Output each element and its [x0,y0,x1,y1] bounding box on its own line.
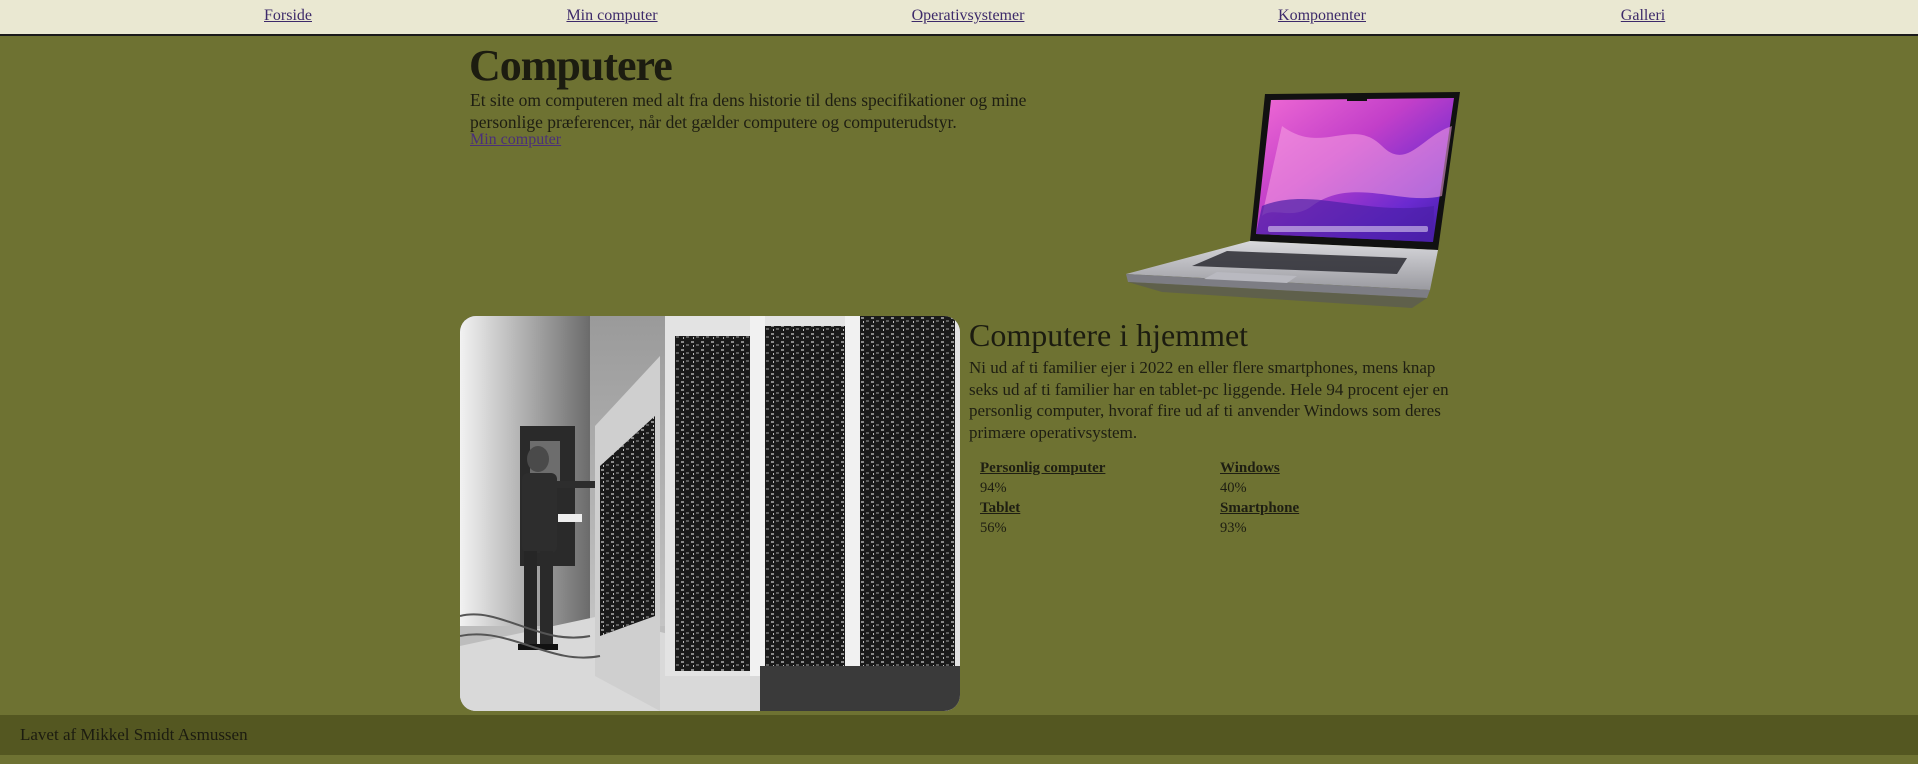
stat-windows: Windows 40% [1220,460,1280,497]
stat-tablet: Tablet 56% [980,500,1020,537]
stat-personlig-computer: Personlig computer 94% [980,460,1105,497]
hero-description: Et site om computeren med alt fra dens h… [470,90,1027,132]
section-description: Ni ud af ti familier ejer i 2022 en elle… [969,358,1449,442]
nav-link-forside[interactable]: Forside [264,7,312,25]
footer: Lavet af Mikkel Smidt Asmussen [0,715,1918,755]
laptop-image [1126,92,1460,308]
stat-label: Windows [1220,460,1280,476]
page-title: Computere [469,41,673,90]
stat-value: 93% [1220,520,1247,536]
stat-label: Smartphone [1220,500,1300,516]
stat-value: 56% [980,520,1007,536]
hero-link-min-computer[interactable]: Min computer [470,131,561,149]
vintage-computer-photo [460,316,960,711]
footer-credit: Lavet af Mikkel Smidt Asmussen [20,725,248,744]
stat-label: Personlig computer [980,460,1106,476]
nav-link-operativsystemer[interactable]: Operativsystemer [912,7,1025,25]
stat-smartphone: Smartphone 93% [1220,500,1299,537]
section-title-computere-i-hjemmet: Computere i hjemmet [969,317,1249,353]
top-navigation: Forside Min computer Operativsystemer Ko… [0,0,1918,36]
stat-value: 94% [980,480,1007,496]
nav-link-komponenter[interactable]: Komponenter [1278,7,1366,25]
nav-link-galleri[interactable]: Galleri [1621,7,1665,25]
stat-label: Tablet [980,500,1021,516]
stat-value: 40% [1220,480,1247,496]
nav-link-min-computer[interactable]: Min computer [566,7,657,25]
